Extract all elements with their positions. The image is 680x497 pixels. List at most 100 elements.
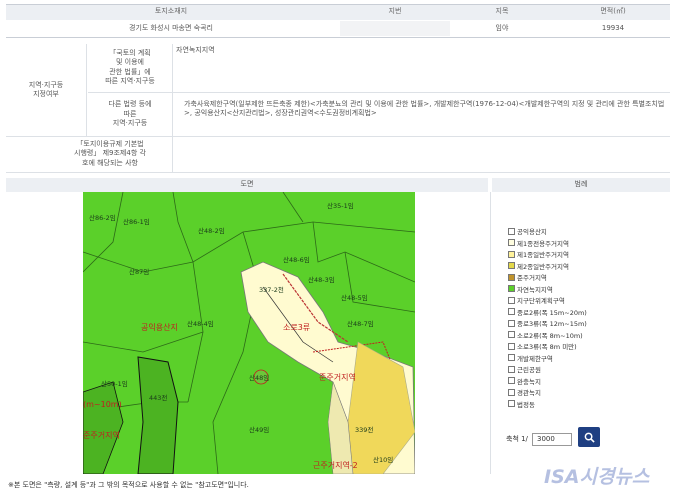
map-title: 도면 [6,178,488,192]
divider [490,192,491,474]
national-law-value: 자연녹지지역 [176,46,215,55]
legend-label: 소로3류(폭 8m 미만) [517,343,577,351]
map-label: 산50-1임 [101,380,128,388]
header-area: 면적(㎡) [600,7,626,16]
legend-item: 소로3류(폭 8m 미만) [508,341,577,351]
map-label: 산48-5임 [341,294,368,302]
map-label: 산48-7임 [347,320,374,328]
map-label: 산48-2임 [198,227,225,235]
search-button[interactable] [578,427,600,447]
legend-label: 제2종일반주거지역 [517,262,569,271]
map-label: 산48-4임 [187,320,214,328]
legend-item: 중로2류(폭 15m~20m) [508,307,587,317]
search-icon [584,432,595,443]
legend-swatch [508,285,515,292]
legend-swatch [508,319,515,327]
legend-swatch [508,331,515,338]
map-label: 산48-3임 [308,276,335,284]
map-label: 산35-1임 [327,202,354,210]
header-land-category: 지목 [495,7,509,16]
legend-swatch [508,227,515,235]
map-label: 337-2천 [259,286,284,294]
map-label: 산48임 [249,374,270,382]
watermark: ISA시경뉴스 [544,466,650,488]
divider [172,44,173,172]
map-red-label: 준주거지역 [319,373,356,382]
legend-label: 중로2류(폭 15m~20m) [517,308,587,317]
legend-label: 법정동 [517,400,535,409]
value-lot-no [340,21,450,36]
legend-swatch [508,262,515,269]
legend-item: 중로3류(폭 12m~15m) [508,318,587,328]
regulation-label: 「토지이용규제 기본법 시행령」 제9조제4항 각 호에 해당되는 사항 [74,139,146,167]
scale-input[interactable]: 3000 [532,433,572,446]
map-label: 산87임 [129,268,150,276]
map-red-label: 준주거지역 [83,431,120,440]
national-law-label: 「국토의 계획 및 이용에 관한 법률」에 따른 지역·지구등 [105,48,155,85]
map-label: 산10임 [373,456,394,464]
divider [86,44,87,136]
map-label: 산86-1임 [123,218,150,226]
legend-label: 준주거지역 [517,274,547,282]
legend-label: 소로2류(폭 8m~10m) [517,331,583,340]
map-red-label: 소로3류 [283,323,311,332]
value-location: 경기도 화성시 마송면 숙곡리 [129,23,213,32]
legend-item: 경관녹지 [508,387,541,397]
map-label: 산48-6임 [283,256,310,264]
legend-item: 근린공원 [508,364,541,374]
zoning-map[interactable]: 산86-2임 산86-1임 산35-1임 산48-6임 산48-2임 산87임 … [83,192,415,474]
value-land-category: 임야 [495,23,509,32]
legend-item: 제1종전용주거지역 [508,238,569,248]
divider [6,172,670,173]
legend-label: 개발제한구역 [517,354,553,363]
other-law-label: 다른 법령 등에 따른 지역·지구등 [108,100,152,128]
footnote: ※본 도면은 "측량, 설계 등"과 그 밖의 목적으로 사용할 수 없는 "참… [8,481,249,489]
legend-label: 제1종일반주거지역 [517,251,569,259]
legend-label: 완충녹지 [517,377,541,386]
legend-item: 소로2류(폭 8m~10m) [508,330,583,340]
value-area: 19934 [601,23,625,32]
legend-swatch [508,354,515,361]
other-law-value: 가축사육제한구역(일부제한 뜨든축종 제한)<가축분뇨의 관리 및 이용에 관한… [184,99,665,117]
legend-label: 중로3류(폭 12m~15m) [517,320,587,328]
legend-swatch [508,273,515,281]
legend-item: 완충녹지 [508,376,541,386]
legend-label: 경관녹지 [517,389,541,397]
legend-swatch [508,400,515,407]
map-red-label: (m~10m) [83,400,122,409]
legend-item: 개발제한구역 [508,353,553,363]
legend-label: 자연녹지지역 [517,285,553,294]
legend-swatch [508,308,515,315]
map-label: 산49임 [249,426,270,434]
legend-item: 자연녹지지역 [508,284,553,294]
legend-item: 법정동 [508,399,535,409]
legend-item: 지구단위계획구역 [508,295,565,305]
legend-swatch [508,365,515,373]
legend-swatch [508,342,515,350]
map-red-label: 근주거지역-2 [313,461,358,470]
header-lot-no: 지번 [388,7,402,16]
map-label: 443전 [149,394,168,402]
map-red-label: 공익용산지 [141,323,178,332]
legend-swatch [508,377,515,384]
legend-item: 제2종일반주거지역 [508,261,569,271]
map-label: 339전 [355,426,374,434]
scale-label: 축척 1/ [506,435,528,443]
zoning-group-label: 지역·지구등 지정여부 [28,80,64,98]
divider [6,37,670,38]
divider [88,92,670,93]
legend-label: 공익용산지 [517,228,547,236]
legend-swatch [508,239,515,246]
legend-item: 준주거지역 [508,272,547,282]
legend-label: 지구단위계획구역 [517,297,565,305]
regulation-value [176,137,666,171]
map-label: 산86-2임 [89,214,116,222]
legend-swatch [508,388,515,396]
legend-swatch [508,250,515,258]
legend-label: 제1종전용주거지역 [517,239,569,248]
legend-swatch [508,296,515,304]
legend-title: 범례 [492,178,670,192]
legend-item: 공익용산지 [508,226,547,236]
legend-label: 근린공원 [517,366,541,374]
header-location: 토지소재지 [154,7,188,16]
